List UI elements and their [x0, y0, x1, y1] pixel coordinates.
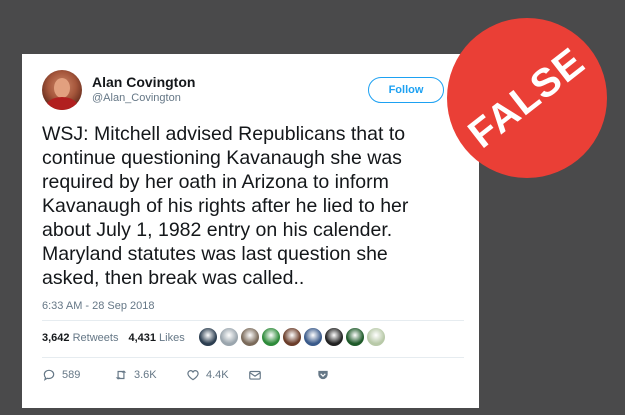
- message-button[interactable]: [248, 368, 316, 382]
- author-handle[interactable]: @Alan_Covington: [92, 92, 181, 104]
- retweet-count: 3.6K: [134, 369, 157, 381]
- tweet-timestamp[interactable]: 6:33 AM - 28 Sep 2018: [42, 300, 155, 312]
- liker-avatar[interactable]: [303, 327, 323, 347]
- false-stamp-text: FALSE: [460, 39, 593, 157]
- liker-avatar[interactable]: [198, 327, 218, 347]
- reply-count: 589: [62, 369, 81, 381]
- tweet-actions: 589 3.6K 4.4K: [42, 368, 330, 382]
- author-avatar[interactable]: [42, 70, 82, 110]
- follow-button[interactable]: Follow: [368, 77, 444, 103]
- author-name[interactable]: Alan Covington: [92, 74, 195, 90]
- like-button[interactable]: 4.4K: [186, 368, 248, 382]
- like-count: 4.4K: [206, 369, 229, 381]
- bookmark-button[interactable]: [316, 368, 330, 382]
- envelope-icon: [249, 370, 261, 380]
- liker-avatar[interactable]: [366, 327, 386, 347]
- heart-icon: [187, 370, 199, 381]
- tweet-card: Alan Covington @Alan_Covington Follow WS…: [22, 54, 479, 408]
- divider: [42, 320, 464, 321]
- liker-avatar[interactable]: [261, 327, 281, 347]
- likes-count: 4,431: [128, 332, 156, 344]
- liker-avatar[interactable]: [282, 327, 302, 347]
- retweets-count: 3,642: [42, 332, 70, 344]
- liker-avatar[interactable]: [345, 327, 365, 347]
- likes-label: Likes: [159, 332, 185, 344]
- reply-button[interactable]: 589: [42, 368, 114, 382]
- false-stamp: FALSE: [447, 18, 607, 178]
- avatar-shirt: [46, 97, 78, 110]
- liker-avatars: [198, 327, 386, 347]
- reply-icon: [43, 369, 55, 381]
- avatar-face: [54, 78, 70, 98]
- liker-avatar[interactable]: [240, 327, 260, 347]
- divider: [42, 357, 464, 358]
- retweet-icon: [115, 370, 127, 380]
- liker-avatar[interactable]: [219, 327, 239, 347]
- retweet-button[interactable]: 3.6K: [114, 368, 186, 382]
- tweet-stats: 3,642 Retweets 4,431 Likes: [42, 332, 185, 344]
- liker-avatar[interactable]: [324, 327, 344, 347]
- tweet-text: WSJ: Mitchell advised Republicans that t…: [42, 123, 409, 289]
- pocket-icon: [318, 370, 328, 380]
- retweets-stat[interactable]: 3,642 Retweets: [42, 332, 118, 344]
- retweets-label: Retweets: [72, 332, 119, 344]
- likes-stat[interactable]: 4,431 Likes: [128, 332, 184, 344]
